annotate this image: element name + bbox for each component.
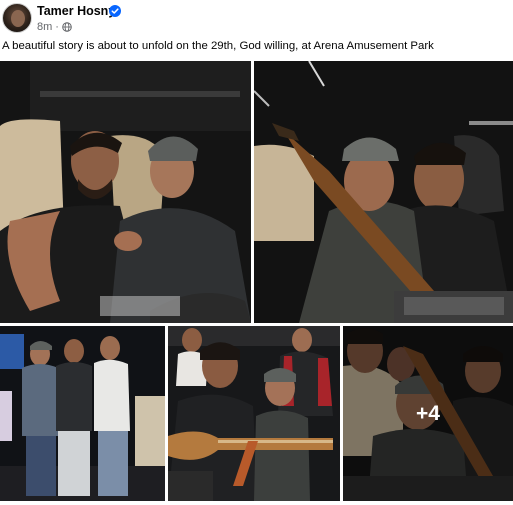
verified-badge-icon bbox=[109, 5, 121, 17]
photo-1-image bbox=[0, 61, 251, 323]
photo-4-image bbox=[168, 326, 340, 501]
author-avatar[interactable] bbox=[2, 3, 32, 33]
photo-tile[interactable] bbox=[168, 326, 340, 501]
more-photos-overlay[interactable]: +4 bbox=[343, 326, 513, 501]
author-name[interactable]: Tamer Hosny bbox=[37, 4, 115, 18]
photo-gallery: +4 bbox=[0, 61, 513, 501]
photo-3-image bbox=[0, 326, 165, 501]
photo-tile[interactable] bbox=[0, 61, 251, 323]
more-photos-count: +4 bbox=[416, 401, 440, 425]
post-header: Tamer Hosny 8m · bbox=[0, 0, 513, 38]
globe-icon bbox=[62, 22, 72, 32]
photo-tile[interactable] bbox=[0, 326, 165, 501]
post-caption: A beautiful story is about to unfold on … bbox=[2, 40, 434, 52]
post-time[interactable]: 8m bbox=[37, 21, 52, 33]
post-meta: 8m · bbox=[37, 21, 72, 33]
photo-2-image bbox=[254, 61, 513, 323]
photo-tile-more[interactable]: +4 bbox=[343, 326, 513, 501]
photo-tile[interactable] bbox=[254, 61, 513, 323]
meta-separator: · bbox=[55, 21, 59, 33]
